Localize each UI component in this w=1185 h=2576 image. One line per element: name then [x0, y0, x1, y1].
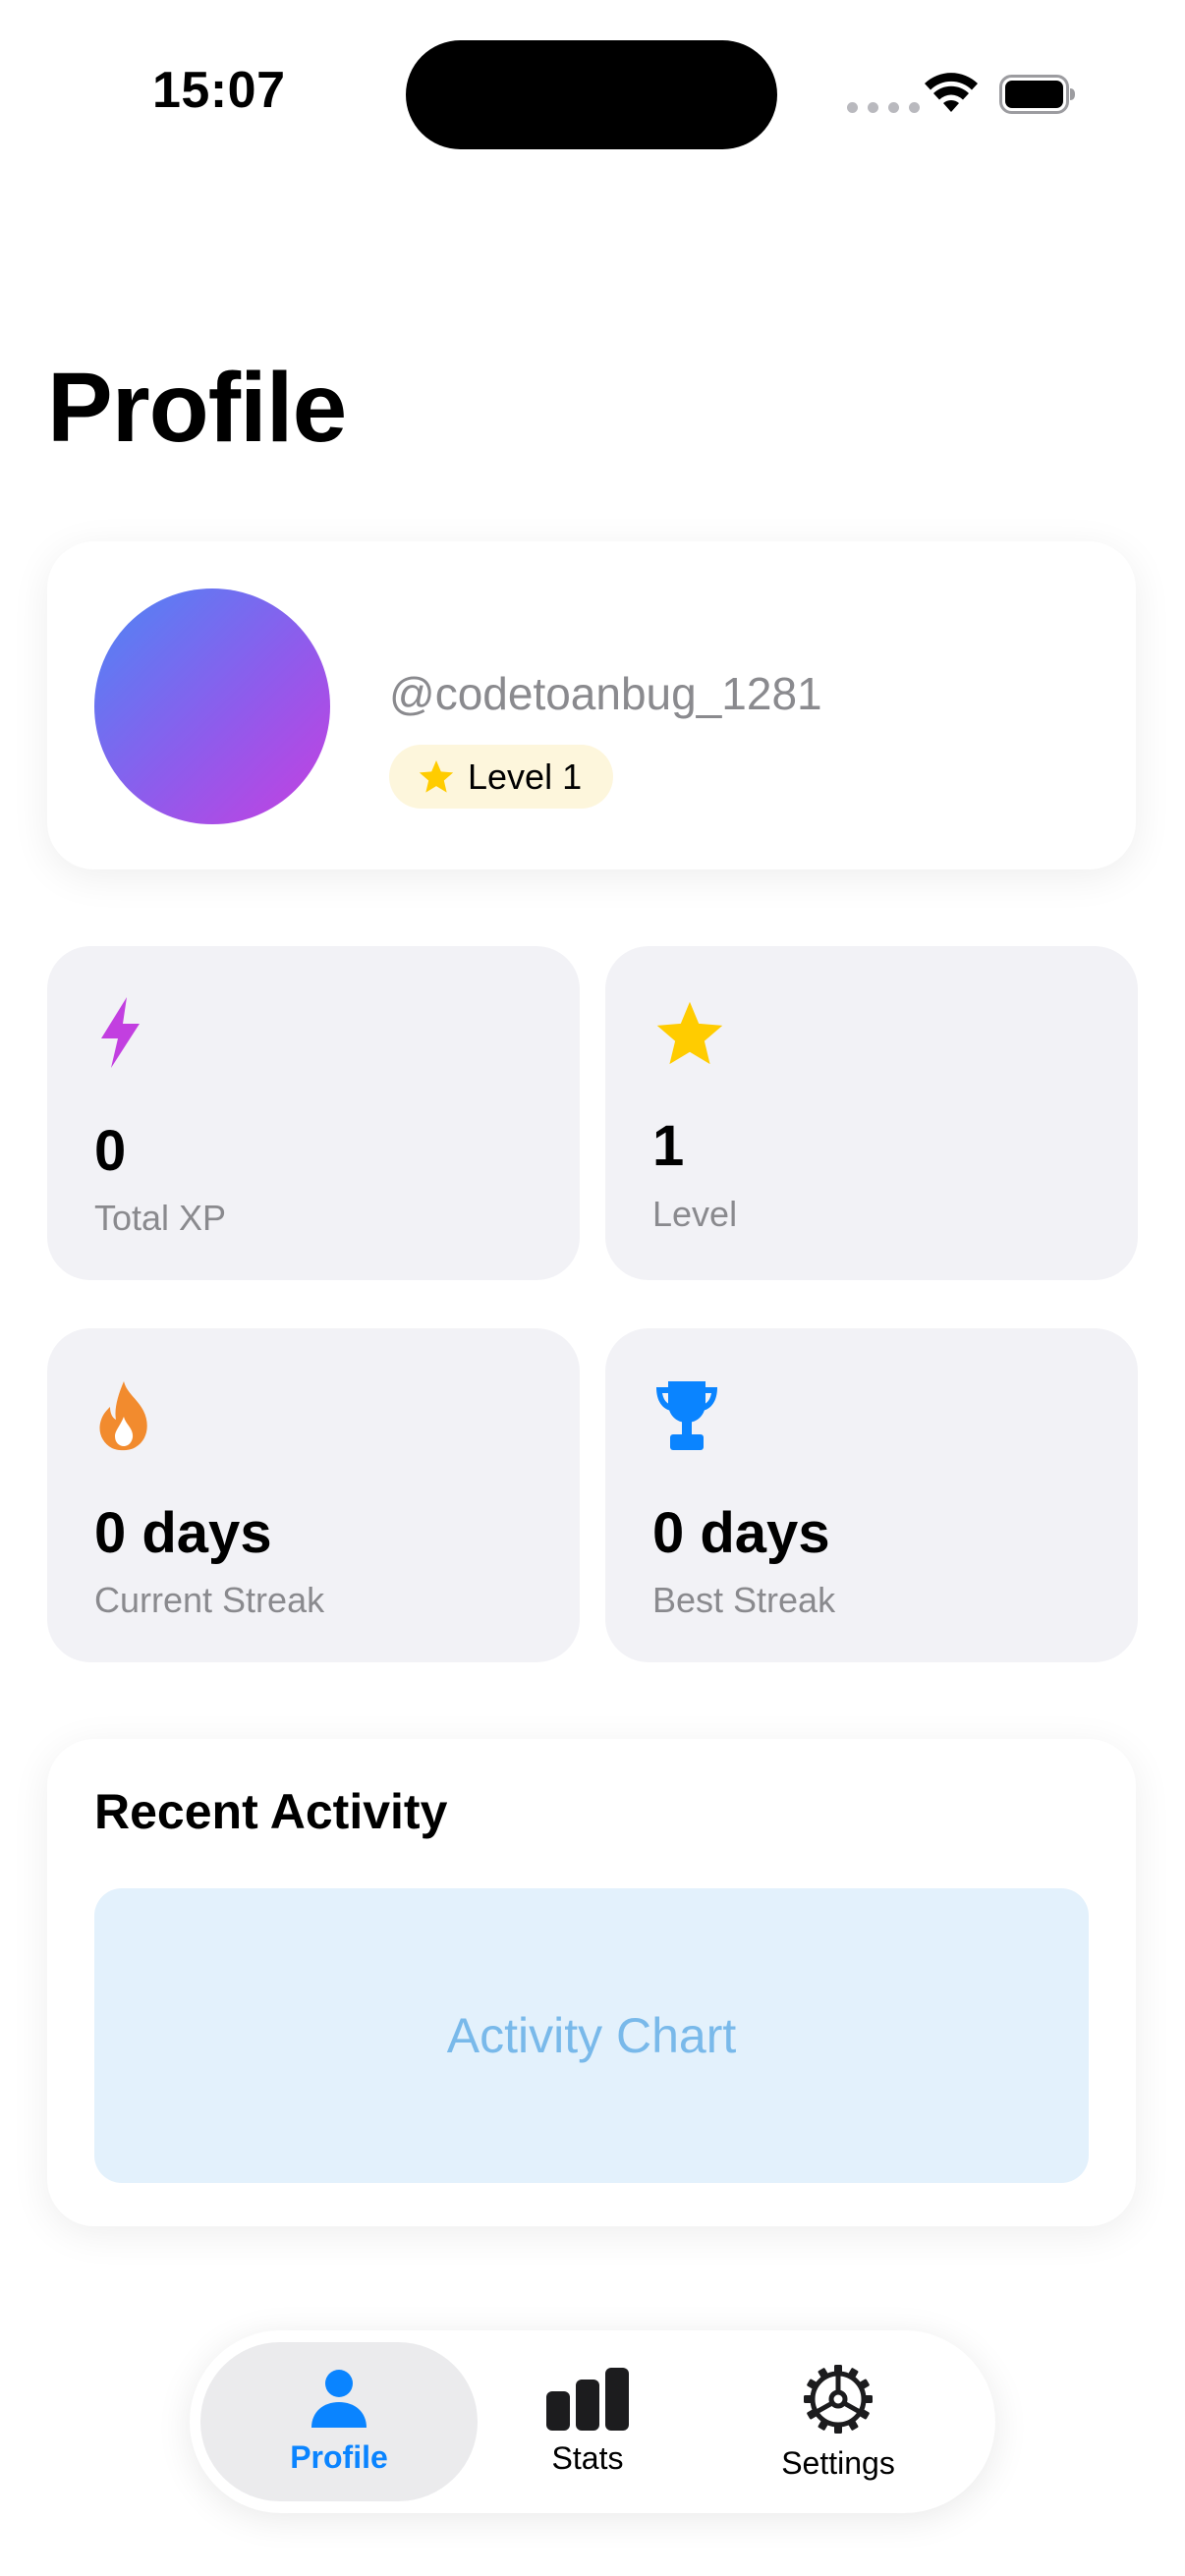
battery-icon	[999, 75, 1075, 114]
activity-chart-label: Activity Chart	[446, 2008, 737, 2063]
tab-label: Profile	[290, 2438, 388, 2475]
stat-label: Best Streak	[652, 1580, 836, 1620]
stat-card-level: 1 Level	[605, 946, 1138, 1280]
person-icon	[311, 2369, 367, 2428]
stat-card-current-streak: 0 days Current Streak	[47, 1328, 580, 1662]
cellular-signal-icon	[847, 102, 920, 113]
profile-card: @codetoanbug_1281 Level 1	[47, 541, 1136, 869]
avatar[interactable]	[94, 588, 330, 824]
stat-value: 0 days	[652, 1501, 830, 1565]
stat-label: Level	[652, 1194, 738, 1234]
recent-activity-title: Recent Activity	[94, 1784, 448, 1839]
wifi-icon	[925, 73, 978, 112]
recent-activity-card: Recent Activity Activity Chart	[47, 1739, 1136, 2226]
stat-label: Total XP	[94, 1198, 227, 1238]
tab-label: Stats	[551, 2439, 624, 2476]
stat-value: 1	[652, 1114, 685, 1178]
gear-icon	[804, 2364, 873, 2434]
stat-card-total-xp: 0 Total XP	[47, 946, 580, 1280]
activity-chart-placeholder: Activity Chart	[94, 1888, 1089, 2183]
flame-icon	[99, 1381, 147, 1451]
status-time: 15:07	[152, 62, 286, 119]
level-badge: Level 1	[389, 745, 614, 809]
stat-value: 0 days	[94, 1501, 272, 1565]
stat-value: 0	[94, 1119, 127, 1183]
tab-label: Settings	[781, 2444, 895, 2481]
tab-bar: Profile Stats Settings	[190, 2330, 995, 2513]
dynamic-island	[406, 40, 777, 149]
bar-chart-icon	[546, 2367, 629, 2431]
trophy-icon	[656, 1381, 717, 1450]
star-icon	[419, 759, 454, 793]
page-title: Profile	[47, 353, 347, 463]
lightning-icon	[101, 997, 140, 1068]
tab-settings[interactable]: Settings	[720, 2342, 956, 2501]
stat-card-best-streak: 0 days Best Streak	[605, 1328, 1138, 1662]
tab-profile[interactable]: Profile	[200, 2342, 478, 2501]
username: @codetoanbug_1281	[389, 668, 822, 719]
stat-label: Current Streak	[94, 1580, 325, 1620]
tab-stats[interactable]: Stats	[484, 2342, 691, 2501]
star-icon	[656, 1001, 723, 1065]
profile-screen: 15:07 Profile @codetoanbug_1281 Level 1 …	[0, 0, 1185, 2576]
level-badge-label: Level 1	[468, 756, 583, 797]
